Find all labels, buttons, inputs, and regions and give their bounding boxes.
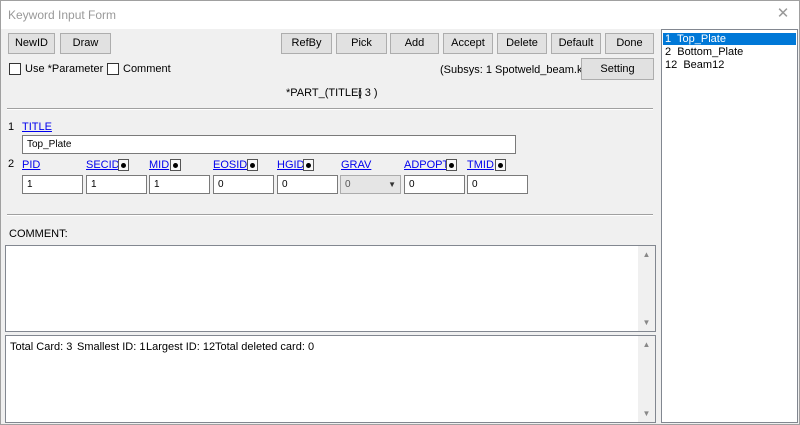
keyword-count: ( 3 ): [358, 87, 378, 99]
pick-button[interactable]: Pick: [336, 33, 387, 54]
scroll-up-icon[interactable]: ▲: [638, 246, 655, 263]
default-button[interactable]: Default: [551, 33, 601, 54]
list-item[interactable]: 12 Beam12: [663, 59, 796, 71]
comment-label: COMMENT:: [9, 228, 68, 240]
secid-input[interactable]: 1: [86, 175, 147, 194]
keyword-input-window: Keyword Input Form ✕ NewID Draw RefBy Pi…: [0, 0, 800, 425]
title-bar: Keyword Input Form ✕: [1, 1, 799, 29]
status-smallest-id: Smallest ID: 1: [77, 341, 146, 353]
done-button[interactable]: Done: [605, 33, 654, 54]
use-parameter-label: Use *Parameter: [25, 63, 104, 75]
grav-select[interactable]: 0 ▼: [340, 175, 401, 194]
newid-button[interactable]: NewID: [8, 33, 55, 54]
hgid-field-label[interactable]: HGID: [277, 159, 305, 171]
status-panel: Total Card: 3 Smallest ID: 1 Largest ID:…: [5, 335, 656, 423]
add-button[interactable]: Add: [390, 33, 439, 54]
eosid-pick-icon[interactable]: [247, 159, 258, 171]
use-parameter-checkbox[interactable]: Use *Parameter: [9, 63, 103, 75]
secid-pick-icon[interactable]: [118, 159, 129, 171]
hgid-pick-icon[interactable]: [303, 159, 314, 171]
comment-scrollbar[interactable]: ▲ ▼: [638, 246, 655, 331]
use-parameter-checkbox-box[interactable]: [9, 63, 21, 75]
divider-bottom: [7, 214, 653, 216]
refby-button[interactable]: RefBy: [281, 33, 332, 54]
close-icon[interactable]: ✕: [771, 3, 795, 25]
comment-checkbox-box[interactable]: [107, 63, 119, 75]
tmid-pick-icon[interactable]: [495, 159, 506, 171]
adpopt-input[interactable]: 0: [404, 175, 465, 194]
status-total-card: Total Card: 3: [10, 341, 73, 353]
card-1-index: 1: [8, 121, 15, 133]
card-2-index: 2: [8, 158, 15, 170]
part-list[interactable]: 1 Top_Plate 2 Bottom_Plate 12 Beam12: [661, 29, 798, 423]
pid-field-label[interactable]: PID: [22, 159, 40, 171]
list-item[interactable]: 1 Top_Plate: [663, 33, 796, 45]
tmid-input[interactable]: 0: [467, 175, 528, 194]
adpopt-pick-icon[interactable]: [446, 159, 457, 171]
hgid-input[interactable]: 0: [277, 175, 338, 194]
scroll-down-icon[interactable]: ▼: [638, 314, 655, 331]
subsys-label: (Subsys: 1 Spotweld_beam.k): [440, 64, 587, 76]
mid-pick-icon[interactable]: [170, 159, 181, 171]
title-field-label[interactable]: TITLE: [22, 121, 52, 133]
status-scrollbar[interactable]: ▲ ▼: [638, 336, 655, 422]
title-input[interactable]: Top_Plate: [22, 135, 516, 154]
grav-field-label[interactable]: GRAV: [341, 159, 371, 171]
mid-input[interactable]: 1: [149, 175, 210, 194]
adpopt-field-label[interactable]: ADPOPT: [404, 159, 449, 171]
keyword-title: *PART_(TITLE): [286, 87, 362, 99]
list-item[interactable]: 2 Bottom_Plate: [663, 46, 796, 58]
eosid-input[interactable]: 0: [213, 175, 274, 194]
grav-select-value: 0: [345, 179, 351, 190]
mid-field-label[interactable]: MID: [149, 159, 169, 171]
status-total-deleted: Total deleted card: 0: [215, 341, 315, 353]
delete-button[interactable]: Delete: [497, 33, 547, 54]
secid-field-label[interactable]: SECID: [86, 159, 120, 171]
scroll-up-icon[interactable]: ▲: [638, 336, 655, 353]
window-title: Keyword Input Form: [8, 8, 117, 22]
pid-input[interactable]: 1: [22, 175, 83, 194]
accept-button[interactable]: Accept: [443, 33, 493, 54]
scroll-down-icon[interactable]: ▼: [638, 405, 655, 422]
status-largest-id: Largest ID: 12: [146, 341, 216, 353]
eosid-field-label[interactable]: EOSID: [213, 159, 247, 171]
comment-textarea[interactable]: ▲ ▼: [5, 245, 656, 332]
divider-top: [7, 108, 653, 110]
comment-checkbox-label: Comment: [123, 63, 171, 75]
setting-button[interactable]: Setting: [581, 58, 654, 80]
draw-button[interactable]: Draw: [60, 33, 111, 54]
tmid-field-label[interactable]: TMID: [467, 159, 494, 171]
chevron-down-icon: ▼: [388, 180, 396, 189]
comment-checkbox[interactable]: Comment: [107, 63, 171, 75]
